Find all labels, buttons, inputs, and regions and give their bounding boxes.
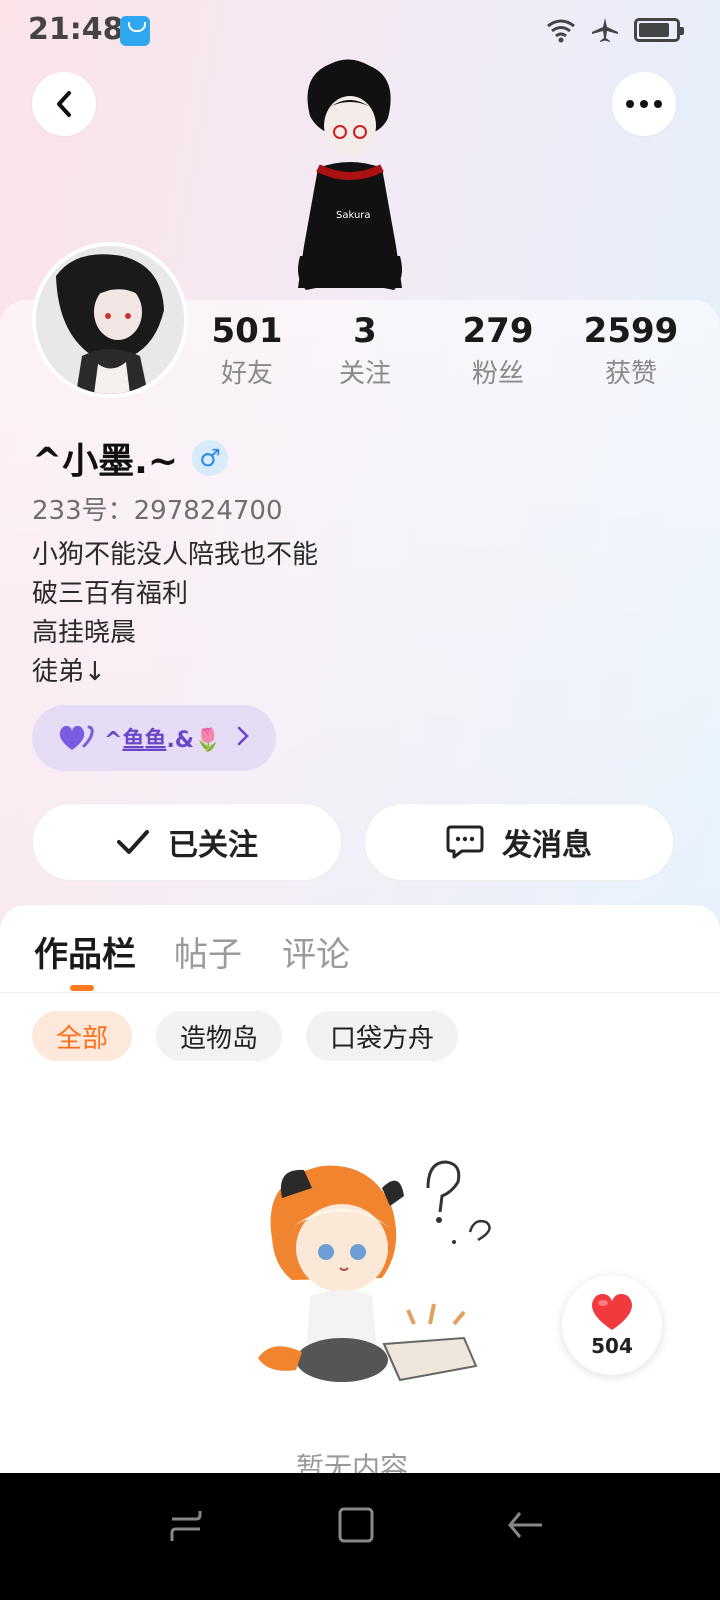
double-heart-icon xyxy=(59,725,94,750)
bio-line: 小狗不能没人陪我也不能 xyxy=(32,540,319,570)
username-row: ^小墨.~ ♂ xyxy=(32,432,229,484)
follow-label: 已关注 xyxy=(168,828,258,863)
recent-apps-icon[interactable] xyxy=(166,1505,206,1545)
shopping-bag-icon xyxy=(120,16,150,46)
wifi-icon xyxy=(547,19,575,43)
heart-icon xyxy=(591,1294,633,1330)
avatar[interactable] xyxy=(32,242,188,398)
stat-label: 获赞 xyxy=(604,359,657,389)
tab-indicator xyxy=(70,985,94,991)
stat-value: 279 xyxy=(462,311,534,351)
relation-chip[interactable]: ^鱼鱼.&🌷 xyxy=(32,705,276,771)
tab-posts[interactable]: 帖子 xyxy=(174,927,242,976)
svg-text:Sakura: Sakura xyxy=(336,210,371,221)
like-float-button[interactable]: 504 xyxy=(562,1275,662,1375)
tab-comments[interactable]: 评论 xyxy=(282,927,350,976)
bio: 小狗不能没人陪我也不能 破三百有福利 高挂晓晨 徒弟↓ xyxy=(32,536,318,692)
relation-prefix: ^ xyxy=(104,728,123,753)
empty-state-illustration xyxy=(258,1160,491,1382)
bio-line: 破三百有福利 xyxy=(32,579,189,609)
check-icon xyxy=(117,830,149,854)
like-count: 504 xyxy=(591,1334,633,1358)
back-nav-icon[interactable] xyxy=(506,1505,546,1545)
relation-suffix: .& xyxy=(166,728,194,753)
stat-value: 3 xyxy=(353,311,377,351)
filter-all[interactable]: 全部 xyxy=(32,1011,133,1061)
back-button[interactable] xyxy=(32,72,96,136)
relation-name: 鱼鱼 xyxy=(122,728,167,753)
bio-line: 徒弟↓ xyxy=(32,657,106,687)
profile-stats: 501 好友 3 关注 279 粉丝 2599 获赞 xyxy=(200,310,700,400)
chat-bubble-icon xyxy=(446,825,484,859)
stat-fans[interactable]: 279 粉丝 xyxy=(443,310,553,394)
tab-works[interactable]: 作品栏 xyxy=(34,927,136,976)
filter-creation-island[interactable]: 造物岛 xyxy=(156,1011,283,1061)
stat-label: 好友 xyxy=(220,359,273,389)
filter-chips: 全部 造物岛 口袋方舟 xyxy=(32,1011,459,1061)
stat-friends[interactable]: 501 好友 xyxy=(192,310,302,394)
more-dots-icon xyxy=(626,100,662,108)
message-label: 发消息 xyxy=(502,828,592,863)
bio-line: 高挂晓晨 xyxy=(32,618,137,648)
chevron-right-icon xyxy=(237,726,249,746)
follow-button[interactable]: 已关注 xyxy=(32,803,342,881)
status-time: 21:48 xyxy=(28,12,124,47)
stat-value: 501 xyxy=(211,311,283,351)
stat-likes[interactable]: 2599 获赞 xyxy=(576,310,686,394)
tulip-icon: 🌷 xyxy=(194,728,222,753)
male-gender-icon: ♂ xyxy=(192,440,229,476)
stat-label: 关注 xyxy=(338,359,391,389)
stat-following[interactable]: 3 关注 xyxy=(310,310,420,394)
system-nav-bar xyxy=(0,1473,720,1600)
status-icons xyxy=(546,16,684,44)
message-button[interactable]: 发消息 xyxy=(364,803,674,881)
airplane-mode-icon xyxy=(592,18,618,42)
battery-icon xyxy=(634,18,684,42)
relation-label: ^鱼鱼.&🌷 xyxy=(104,722,221,754)
content-tabs: 作品栏 帖子 评论 xyxy=(0,905,720,993)
avatar-image xyxy=(36,246,184,394)
status-bar: 21:48 xyxy=(0,0,720,62)
more-button[interactable] xyxy=(612,72,676,136)
username: ^小墨.~ xyxy=(32,441,179,482)
home-icon[interactable] xyxy=(336,1505,376,1545)
chevron-left-icon xyxy=(57,91,71,117)
avatar-character-figure: Sakura xyxy=(298,59,402,290)
stat-value: 2599 xyxy=(583,311,679,351)
filter-pocket-ark[interactable]: 口袋方舟 xyxy=(306,1011,459,1061)
user-id[interactable]: 233号：297824700 xyxy=(32,490,283,527)
stat-label: 粉丝 xyxy=(471,359,524,389)
